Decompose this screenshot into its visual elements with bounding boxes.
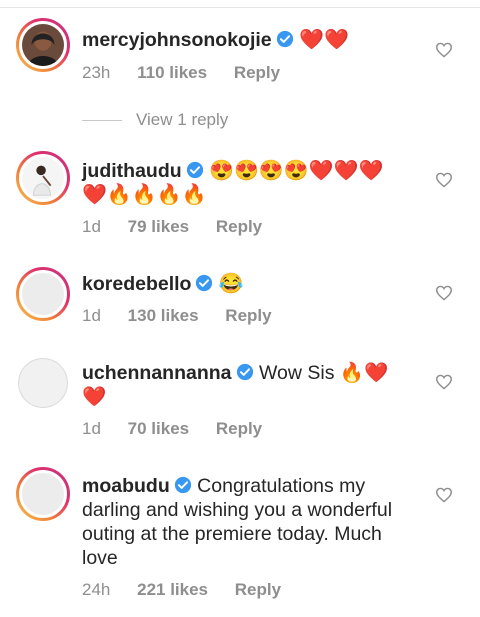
comment-username[interactable]: judithaudu bbox=[82, 160, 182, 182]
comment-body: uchennannanna Wow Sis 🔥❤️ ❤️ bbox=[82, 361, 412, 409]
comment-likes[interactable]: 221 likes bbox=[137, 580, 208, 600]
reply-button[interactable]: Reply bbox=[234, 63, 280, 83]
comment-body: mercyjohnsonokojie ❤️❤️ bbox=[82, 28, 412, 52]
comment-meta: 1d 130 likes Reply bbox=[82, 306, 272, 326]
verified-badge-icon bbox=[236, 363, 253, 381]
comment-meta: 1d 70 likes Reply bbox=[82, 419, 262, 439]
comment-username[interactable]: mercyjohnsonokojie bbox=[82, 29, 272, 51]
top-divider bbox=[0, 7, 480, 8]
comment-time: 23h bbox=[82, 63, 111, 82]
verified-badge-icon bbox=[196, 274, 213, 292]
comment-username[interactable]: moabudu bbox=[82, 475, 170, 497]
comment-likes[interactable]: 70 likes bbox=[128, 419, 189, 439]
comment-body: judithaudu 😍😍😍😍❤️❤️❤️ ❤️🔥🔥🔥🔥 bbox=[82, 159, 412, 207]
reply-button[interactable]: Reply bbox=[225, 306, 271, 326]
verified-badge-icon bbox=[186, 161, 203, 179]
comment-body: koredebello 😂 bbox=[82, 272, 412, 296]
comment-time: 24h bbox=[82, 580, 111, 599]
comment-username[interactable]: koredebello bbox=[82, 273, 191, 295]
heart-outline-icon[interactable] bbox=[435, 172, 453, 188]
view-replies-button[interactable]: View 1 reply bbox=[82, 108, 228, 132]
avatar-photo bbox=[22, 157, 64, 199]
comment-likes[interactable]: 79 likes bbox=[128, 217, 189, 237]
view-replies-label: View 1 reply bbox=[136, 110, 229, 129]
reply-button[interactable]: Reply bbox=[216, 217, 262, 237]
heart-outline-icon[interactable] bbox=[435, 487, 453, 503]
comment-likes[interactable]: 130 likes bbox=[128, 306, 199, 326]
comment-time: 1d bbox=[82, 306, 101, 325]
comment-meta: 23h 110 likes Reply bbox=[82, 63, 280, 83]
reply-button[interactable]: Reply bbox=[235, 580, 281, 600]
comment-time: 1d bbox=[82, 419, 101, 438]
avatar-photo bbox=[22, 24, 64, 66]
avatar[interactable] bbox=[18, 358, 68, 408]
heart-outline-icon[interactable] bbox=[435, 374, 453, 390]
avatar[interactable] bbox=[16, 18, 70, 72]
replies-divider bbox=[82, 120, 122, 122]
comment-likes[interactable]: 110 likes bbox=[137, 63, 207, 83]
comment-text: ❤️❤️ bbox=[299, 29, 349, 51]
comment-username[interactable]: uchennannanna bbox=[82, 362, 232, 384]
verified-badge-icon bbox=[276, 30, 293, 48]
avatar[interactable] bbox=[16, 267, 70, 321]
comment-meta: 1d 79 likes Reply bbox=[82, 217, 262, 237]
heart-outline-icon[interactable] bbox=[435, 42, 453, 58]
verified-badge-icon bbox=[174, 476, 191, 494]
avatar[interactable] bbox=[16, 467, 70, 521]
comment-text: 😂 bbox=[218, 273, 244, 295]
avatar[interactable] bbox=[16, 151, 70, 205]
reply-button[interactable]: Reply bbox=[216, 419, 262, 439]
comment-meta: 24h 221 likes Reply bbox=[82, 580, 281, 600]
comment-time: 1d bbox=[82, 217, 101, 236]
comment-body: moabudu Congratulations my darling and w… bbox=[82, 474, 412, 570]
heart-outline-icon[interactable] bbox=[435, 285, 453, 301]
